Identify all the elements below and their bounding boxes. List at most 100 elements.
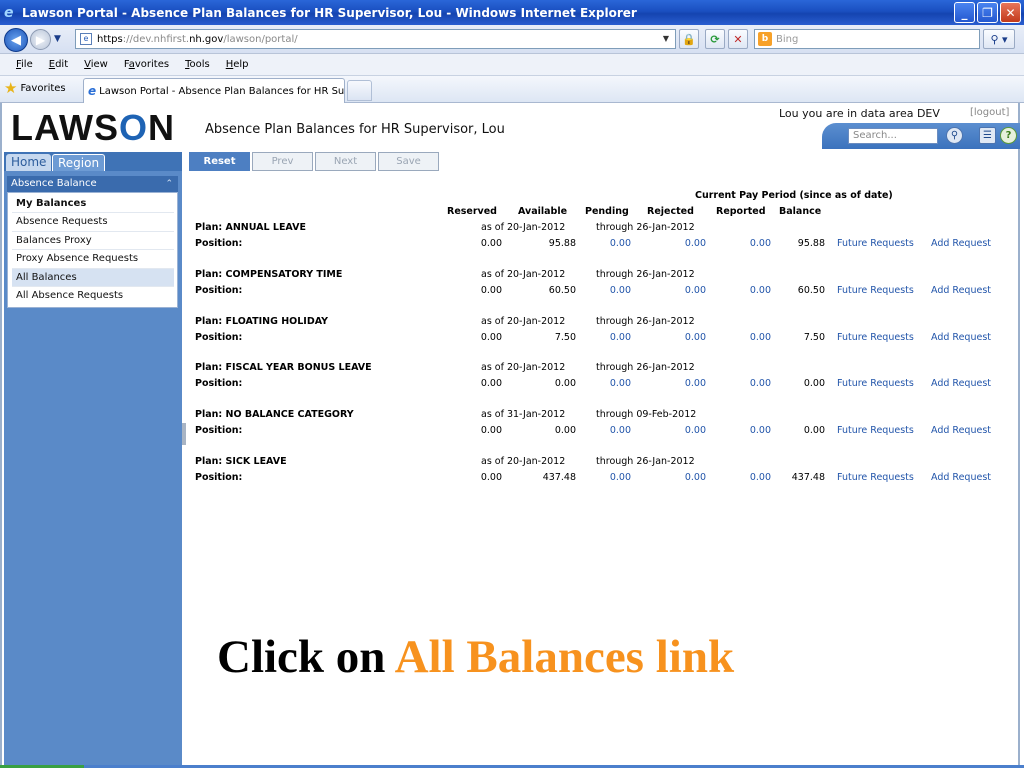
window-title: Lawson Portal - Absence Plan Balances fo… bbox=[22, 5, 637, 20]
future-requests-link[interactable]: Future Requests bbox=[837, 472, 914, 483]
col-rejected: Rejected bbox=[647, 206, 694, 217]
plan-name: Plan: ANNUAL LEAVE bbox=[195, 222, 306, 233]
star-icon: ★ bbox=[4, 79, 18, 97]
search-placeholder: Bing bbox=[776, 33, 799, 45]
add-request-link[interactable]: Add Request bbox=[931, 238, 991, 249]
bing-logo-icon: b bbox=[758, 32, 772, 46]
future-requests-link[interactable]: Future Requests bbox=[837, 378, 914, 389]
balances-table: Current Pay Period (since as of date) Re… bbox=[2, 103, 1022, 603]
minimize-button[interactable]: _ bbox=[954, 2, 975, 23]
future-requests-link[interactable]: Future Requests bbox=[837, 238, 914, 249]
as-of-date: as of 20-Jan-2012 bbox=[481, 316, 566, 327]
tab-label: Lawson Portal - Absence Plan Balances fo… bbox=[99, 85, 345, 97]
lock-icon[interactable]: 🔒 bbox=[679, 29, 699, 49]
rejected-value[interactable]: 0.00 bbox=[685, 378, 706, 389]
through-date: through 26-Jan-2012 bbox=[596, 222, 695, 233]
forward-button[interactable]: ▶ bbox=[30, 29, 51, 50]
search-button[interactable]: ⚲ ▾ bbox=[983, 29, 1015, 49]
balance-value: 60.50 bbox=[797, 285, 825, 296]
add-request-link[interactable]: Add Request bbox=[931, 472, 991, 483]
back-arrow-icon: ◀ bbox=[11, 32, 21, 48]
menu-view[interactable]: View bbox=[84, 59, 108, 70]
menu-help[interactable]: Help bbox=[226, 59, 249, 70]
add-request-link[interactable]: Add Request bbox=[931, 332, 991, 343]
plan-name: Plan: COMPENSATORY TIME bbox=[195, 269, 343, 280]
add-request-link[interactable]: Add Request bbox=[931, 378, 991, 389]
available-value: 0.00 bbox=[554, 425, 576, 436]
group-header: Current Pay Period (since as of date) bbox=[695, 190, 893, 201]
reported-value[interactable]: 0.00 bbox=[750, 472, 771, 483]
available-value: 95.88 bbox=[548, 238, 576, 249]
pending-value[interactable]: 0.00 bbox=[610, 472, 631, 483]
col-pending: Pending bbox=[585, 206, 629, 217]
through-date: through 26-Jan-2012 bbox=[596, 456, 695, 467]
url-scheme: https bbox=[97, 33, 123, 45]
reported-value[interactable]: 0.00 bbox=[750, 332, 771, 343]
browser-tab-active[interactable]: e Lawson Portal - Absence Plan Balances … bbox=[83, 78, 345, 103]
reported-value[interactable]: 0.00 bbox=[750, 285, 771, 296]
url-prefix: ://dev.nhfirst. bbox=[122, 33, 190, 45]
as-of-date: as of 20-Jan-2012 bbox=[481, 456, 566, 467]
through-date: through 26-Jan-2012 bbox=[596, 316, 695, 327]
rejected-value[interactable]: 0.00 bbox=[685, 285, 706, 296]
ie-logo-icon: e bbox=[4, 4, 14, 21]
refresh-icon[interactable]: ⟳ bbox=[705, 29, 725, 49]
future-requests-link[interactable]: Future Requests bbox=[837, 285, 914, 296]
balance-value: 95.88 bbox=[797, 238, 825, 249]
favorites-button[interactable]: ★ Favorites bbox=[4, 81, 66, 96]
close-button[interactable]: ✕ bbox=[1000, 2, 1021, 23]
pending-value[interactable]: 0.00 bbox=[610, 378, 631, 389]
search-input[interactable]: b Bing bbox=[754, 29, 980, 49]
future-requests-link[interactable]: Future Requests bbox=[837, 425, 914, 436]
through-date: through 09-Feb-2012 bbox=[596, 409, 697, 420]
pending-value[interactable]: 0.00 bbox=[610, 285, 631, 296]
plan-name: Plan: FLOATING HOLIDAY bbox=[195, 316, 329, 327]
reserved-value: 0.00 bbox=[480, 285, 502, 296]
through-date: through 26-Jan-2012 bbox=[596, 362, 695, 373]
balance-value: 0.00 bbox=[803, 378, 825, 389]
balance-value: 7.50 bbox=[803, 332, 825, 343]
new-tab-button[interactable] bbox=[347, 80, 372, 101]
back-button[interactable]: ◀ bbox=[4, 28, 28, 52]
ie-tab-icon: e bbox=[88, 84, 97, 98]
menu-tools[interactable]: Tools bbox=[185, 59, 210, 70]
pending-value[interactable]: 0.00 bbox=[610, 425, 631, 436]
available-value: 60.50 bbox=[548, 285, 576, 296]
page-icon: e bbox=[80, 33, 92, 45]
rejected-value[interactable]: 0.00 bbox=[685, 472, 706, 483]
magnifier-icon: ⚲ ▾ bbox=[990, 32, 1008, 46]
reported-value[interactable]: 0.00 bbox=[750, 378, 771, 389]
menu-favorites[interactable]: Favorites bbox=[124, 59, 169, 70]
rejected-value[interactable]: 0.00 bbox=[685, 238, 706, 249]
maximize-button[interactable]: ❐ bbox=[977, 2, 998, 23]
add-request-link[interactable]: Add Request bbox=[931, 285, 991, 296]
pending-value[interactable]: 0.00 bbox=[610, 332, 631, 343]
reported-value[interactable]: 0.00 bbox=[750, 425, 771, 436]
future-requests-link[interactable]: Future Requests bbox=[837, 332, 914, 343]
stop-icon[interactable]: ✕ bbox=[728, 29, 748, 49]
pending-value[interactable]: 0.00 bbox=[610, 238, 631, 249]
col-balance: Balance bbox=[779, 206, 822, 217]
rejected-value[interactable]: 0.00 bbox=[685, 332, 706, 343]
as-of-date: as of 20-Jan-2012 bbox=[481, 269, 566, 280]
reported-value[interactable]: 0.00 bbox=[750, 238, 771, 249]
history-dropdown-icon[interactable]: ▼ bbox=[54, 34, 61, 44]
url-path: /lawson/portal/ bbox=[223, 33, 298, 45]
reserved-value: 0.00 bbox=[480, 425, 502, 436]
plan-name: Plan: NO BALANCE CATEGORY bbox=[195, 409, 354, 420]
plan-name: Plan: SICK LEAVE bbox=[195, 456, 287, 467]
window-titlebar: e Lawson Portal - Absence Plan Balances … bbox=[0, 0, 1024, 25]
reserved-value: 0.00 bbox=[480, 378, 502, 389]
col-reserved: Reserved bbox=[447, 206, 497, 217]
url-dropdown-icon[interactable]: ▼ bbox=[660, 32, 672, 46]
menu-file[interactable]: File bbox=[16, 59, 33, 70]
menu-edit[interactable]: Edit bbox=[49, 59, 68, 70]
url-domain: nh.gov bbox=[189, 33, 224, 45]
rejected-value[interactable]: 0.00 bbox=[685, 425, 706, 436]
balance-value: 0.00 bbox=[803, 425, 825, 436]
col-reported: Reported bbox=[716, 206, 766, 217]
add-request-link[interactable]: Add Request bbox=[931, 425, 991, 436]
menu-bar: File Edit View Favorites Tools Help bbox=[0, 54, 1024, 76]
balance-value: 437.48 bbox=[791, 472, 825, 483]
address-input[interactable]: e https://dev.nhfirst. nh.gov/lawson/port… bbox=[75, 29, 676, 49]
